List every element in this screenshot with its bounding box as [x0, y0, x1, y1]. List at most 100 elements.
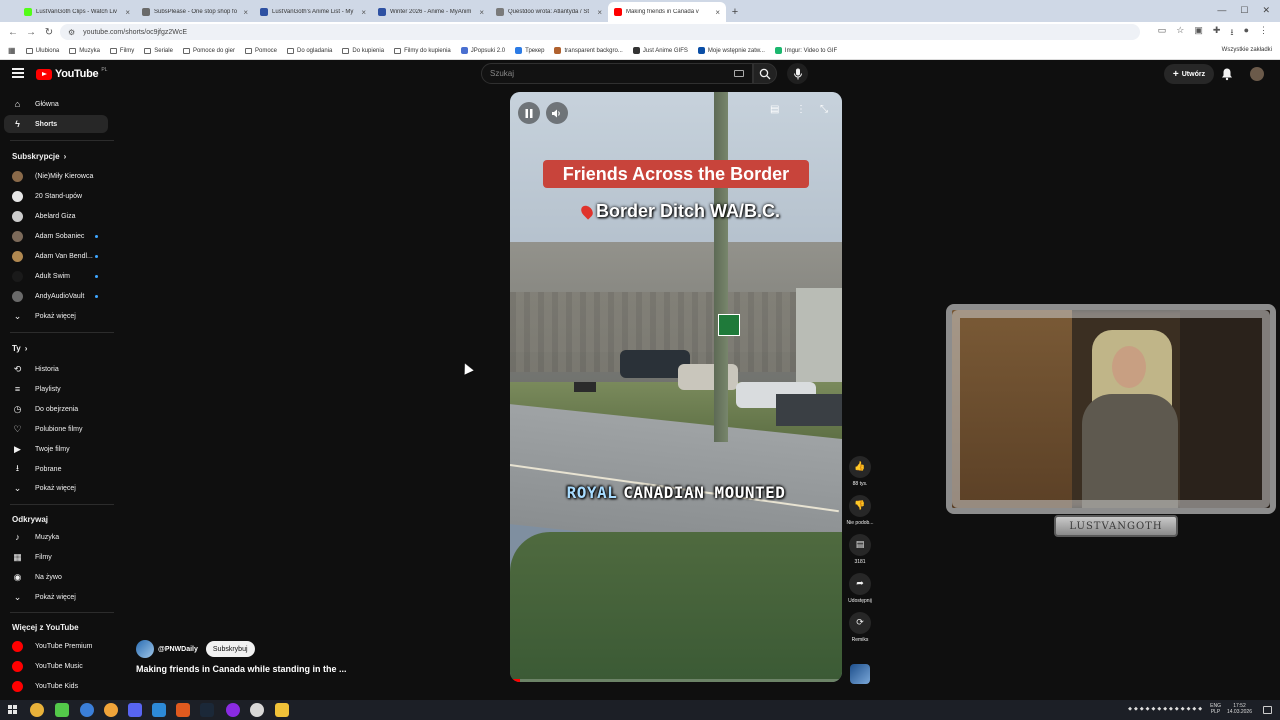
sidebar-item-subscription[interactable]: Adult Swim — [4, 267, 108, 285]
sidebar-item-subscription[interactable]: (Nie)Miły Kierowca — [4, 167, 108, 185]
more-options-icon[interactable]: ⋮ — [796, 104, 806, 115]
sidebar-item-home[interactable]: ⌂ Główna — [4, 95, 108, 113]
volume-button[interactable] — [546, 102, 568, 124]
sidebar-item-download[interactable]: ⭳ Pobrane — [4, 460, 108, 478]
app-icon[interactable] — [226, 703, 240, 717]
sidebar-item-shorts[interactable]: ϟ Shorts — [4, 115, 108, 133]
bookmark-item[interactable]: Трекер — [515, 47, 544, 54]
channel-name[interactable]: @PNWDaily — [158, 646, 198, 653]
fullscreen-icon[interactable]: ⤡ — [820, 104, 828, 115]
clock[interactable]: 17:52 14.03.2026 — [1227, 703, 1252, 715]
channel-thumbnail[interactable] — [850, 664, 870, 684]
sidebar-item-playlist[interactable]: ≡ Playlisty — [4, 380, 108, 398]
tab-close-icon[interactable]: × — [479, 8, 484, 17]
bookmark-item[interactable]: Imgur: Video to GIF — [774, 47, 837, 54]
bookmark-item[interactable]: Moje wstępnie zatw... — [697, 47, 765, 54]
action-share[interactable]: ➦ Udostępnij — [842, 573, 878, 604]
chrome-icon[interactable] — [30, 703, 44, 717]
cast-icon[interactable]: ▭ — [1158, 25, 1167, 41]
menu-hamburger-icon[interactable] — [12, 68, 24, 78]
sidebar-item-more[interactable]: YouTube Premium — [4, 637, 108, 655]
bookmark-star-icon[interactable]: ☆ — [1176, 25, 1184, 41]
sidebar-item-subscription[interactable]: Adam Sobaniec — [4, 227, 108, 245]
action-remix[interactable]: ⟳ Remiks — [842, 612, 878, 643]
bookmark-item[interactable]: transparent backgro... — [554, 47, 623, 54]
explore-show-more[interactable]: ⌄ Pokaż więcej — [4, 588, 108, 606]
sidebar-item-like[interactable]: ♡ Polubione filmy — [4, 420, 108, 438]
notifications-bell-icon[interactable] — [1220, 67, 1234, 81]
progress-bar[interactable] — [510, 679, 842, 682]
app-icon[interactable] — [55, 703, 69, 717]
app-icon[interactable] — [104, 703, 118, 717]
bookmark-item[interactable]: Seriale — [144, 47, 173, 54]
sidebar-item-your-videos[interactable]: ▶ Twoje filmy — [4, 440, 108, 458]
browser-tab[interactable]: LustVanGoth Clips - Watch Liv × — [18, 2, 136, 22]
bookmark-item[interactable]: Do ogladania — [287, 47, 332, 54]
app-icon[interactable] — [80, 703, 94, 717]
youtube-logo[interactable]: YouTube PL — [36, 67, 107, 80]
create-button[interactable]: + Utwórz — [1164, 64, 1214, 84]
menu-icon[interactable]: ⋮ — [1259, 25, 1268, 41]
extension-icon[interactable]: ▣ — [1194, 25, 1203, 41]
sidebar-item-live[interactable]: ◉ Na żywo — [4, 568, 108, 586]
pause-button[interactable] — [518, 102, 540, 124]
you-show-more[interactable]: ⌄ Pokaż więcej — [4, 479, 108, 497]
reload-button[interactable]: ↻ — [40, 27, 58, 38]
close-window-button[interactable]: ✕ — [1262, 5, 1270, 16]
browser-tab[interactable]: Winter 2026 - Anime - MyAnim × — [372, 2, 490, 22]
downloads-icon[interactable]: ⭳ — [1230, 25, 1233, 41]
bookmark-item[interactable]: Filmy — [109, 47, 134, 54]
forward-button[interactable]: → — [22, 27, 40, 38]
account-avatar[interactable] — [1250, 67, 1264, 81]
apps-icon[interactable]: ▦ — [8, 46, 16, 55]
all-bookmarks[interactable]: Wszystkie zakładki — [1222, 47, 1272, 53]
bookmark-item[interactable]: JPopsuki 2.0 — [460, 47, 505, 54]
tab-close-icon[interactable]: × — [243, 8, 248, 17]
browser-tab[interactable]: Questdoo wrota: Atlantyda / St × — [490, 2, 608, 22]
sidebar-item-music[interactable]: ♪ Muzyka — [4, 528, 108, 546]
bookmark-item[interactable]: Muzyka — [69, 47, 100, 54]
steam-icon[interactable] — [200, 703, 214, 717]
action-comment[interactable]: ▤ 3181 — [842, 534, 878, 565]
sidebar-item-more[interactable]: YouTube Music — [4, 657, 108, 675]
vlc-icon[interactable] — [176, 703, 190, 717]
sidebar-item-subscription[interactable]: AndyAudioVault — [4, 287, 108, 305]
address-bar[interactable]: ⚙ youtube.com/shorts/oc9jfgz2WcE — [60, 24, 1140, 40]
bookmark-item[interactable]: Pomoce — [244, 47, 277, 54]
bookmark-item[interactable]: Pomoce do gier — [182, 47, 235, 54]
sidebar-item-subscription[interactable]: Abelard Giza — [4, 207, 108, 225]
obs-icon[interactable] — [250, 703, 264, 717]
search-input[interactable]: Szukaj — [481, 63, 753, 84]
tab-close-icon[interactable]: × — [361, 8, 366, 17]
action-thumbs-up[interactable]: 👍 88 tys. — [842, 456, 878, 487]
subscribe-button[interactable]: Subskrybuj — [205, 641, 255, 657]
site-info-icon[interactable]: ⚙ — [68, 28, 75, 37]
sidebar-item-watch-later[interactable]: ◷ Do obejrzenia — [4, 400, 108, 418]
browser-tab[interactable]: Making friends in Canada v × — [608, 2, 726, 22]
new-tab-button[interactable]: + — [726, 2, 744, 22]
maximize-button[interactable]: ☐ — [1240, 5, 1248, 16]
sidebar-item-subscription[interactable]: Adam Van Bendl... — [4, 247, 108, 265]
browser-tab[interactable]: LustVanGoth's Anime List - My × — [254, 2, 372, 22]
tray-icons[interactable]: ◆◆◆◆◆◆◆◆◆◆◆◆◆ — [1128, 706, 1204, 712]
video-title[interactable]: Making friends in Canada while standing … — [136, 664, 347, 674]
discord-icon[interactable] — [128, 703, 142, 717]
notifications-icon[interactable] — [1263, 706, 1272, 714]
subscriptions-header[interactable]: Subskrypcje › — [12, 152, 66, 161]
minimize-button[interactable]: — — [1217, 5, 1226, 15]
action-thumbs-down[interactable]: 👎 Nie podob... — [842, 495, 878, 526]
shorts-video-player[interactable]: ▤ ⋮ ⤡ Friends Across the Border Border D… — [510, 92, 842, 682]
profile-icon[interactable]: ● — [1244, 25, 1249, 41]
voice-search-button[interactable] — [787, 63, 808, 84]
bookmark-item[interactable]: Just Anime GIFS — [632, 47, 688, 54]
tab-close-icon[interactable]: × — [125, 8, 130, 17]
search-button[interactable] — [753, 63, 777, 84]
bookmark-item[interactable]: Filmy do kupienia — [394, 47, 451, 54]
tab-close-icon[interactable]: × — [597, 8, 602, 17]
sidebar-item-subscription[interactable]: 20 Stand-upów — [4, 187, 108, 205]
input-language[interactable]: ENG PLP — [1210, 703, 1221, 715]
tab-close-icon[interactable]: × — [715, 8, 720, 17]
sidebar-item-history[interactable]: ⟲ Historia — [4, 360, 108, 378]
start-button[interactable] — [8, 705, 17, 714]
captions-icon[interactable]: ▤ — [770, 104, 779, 115]
